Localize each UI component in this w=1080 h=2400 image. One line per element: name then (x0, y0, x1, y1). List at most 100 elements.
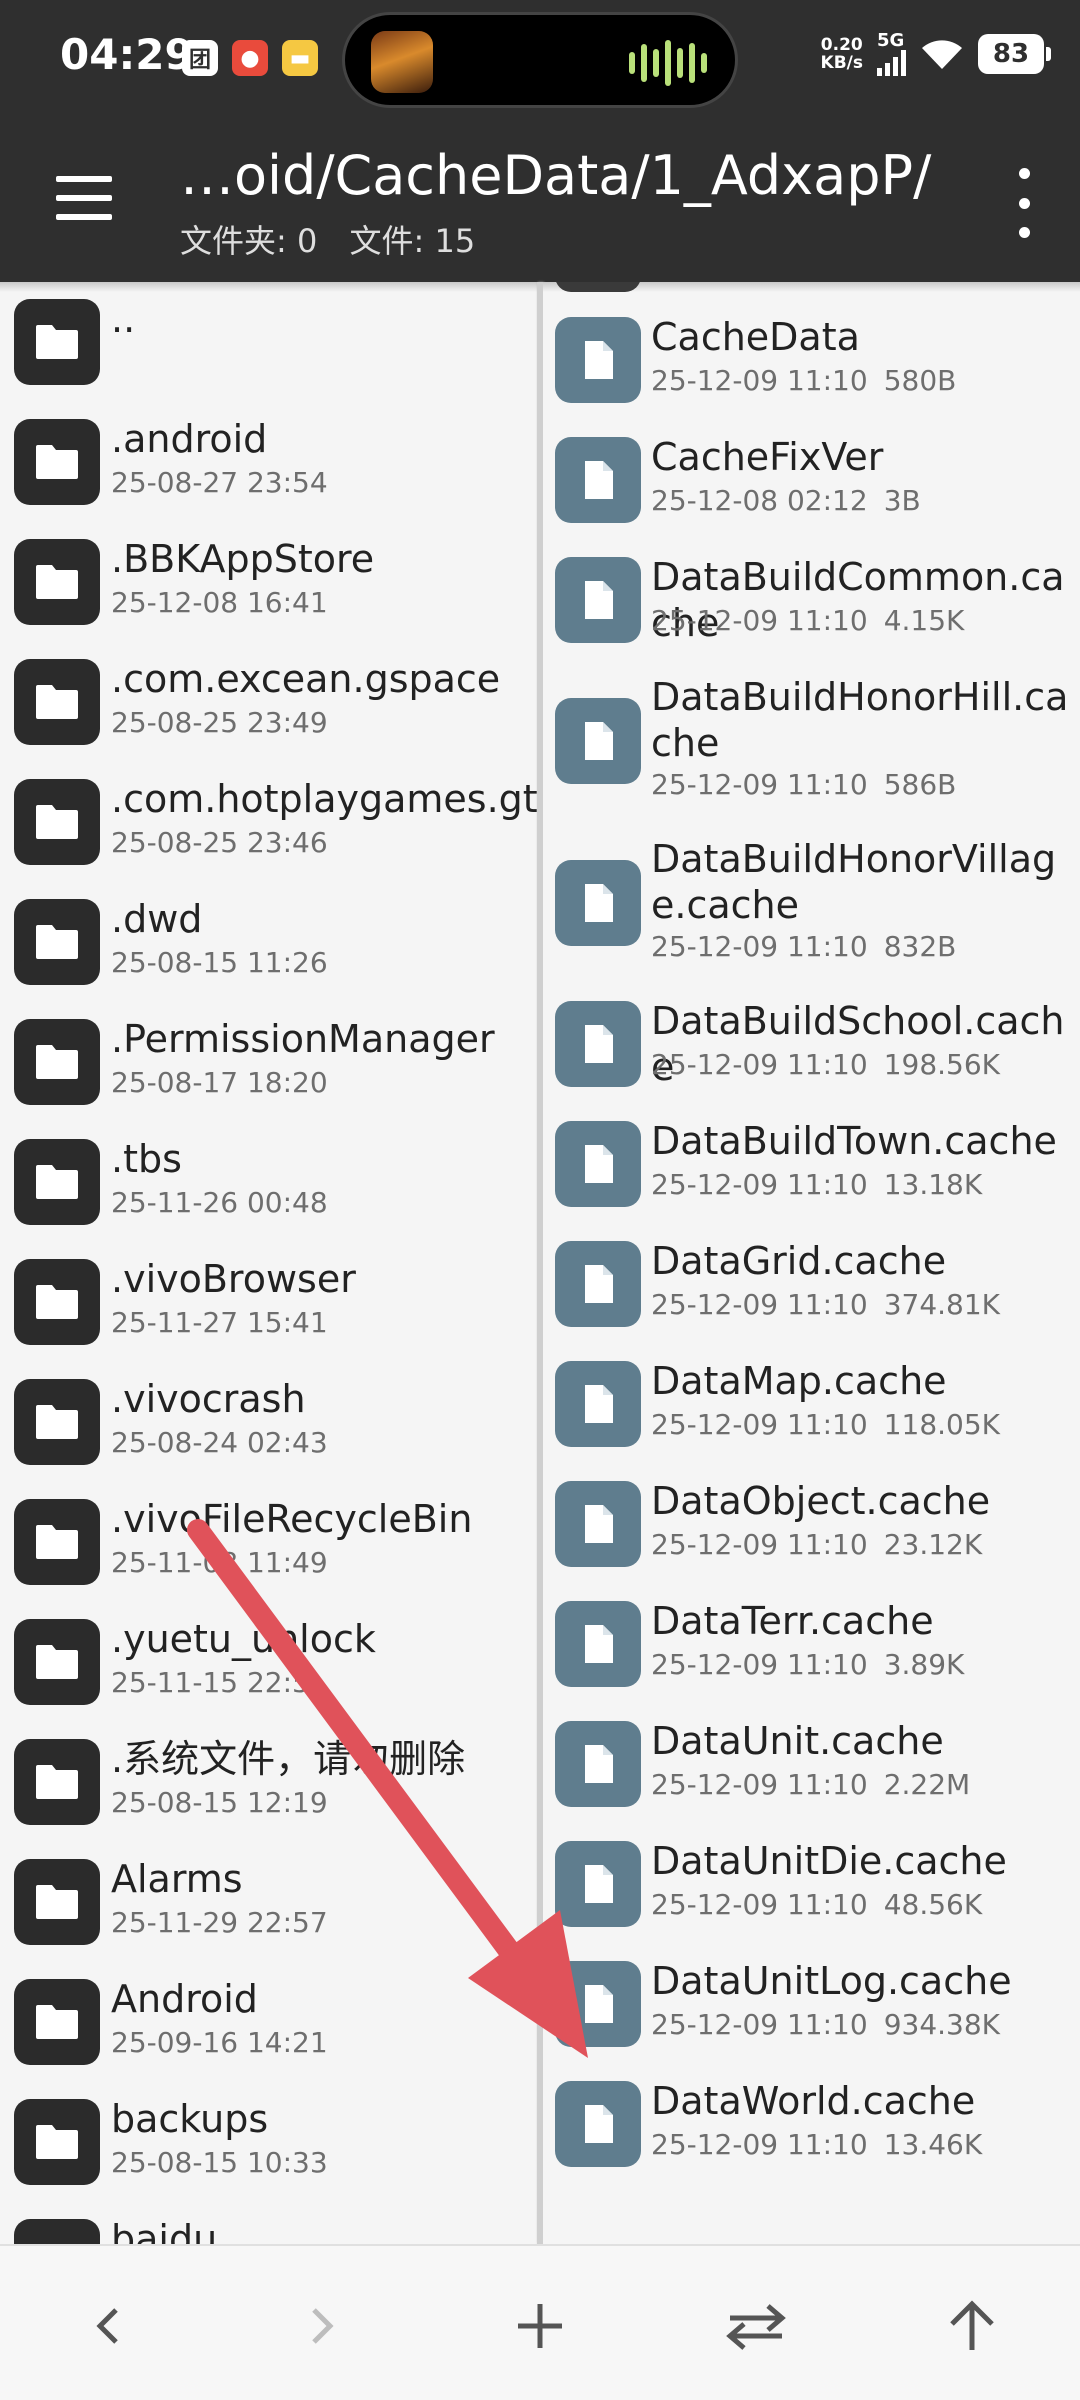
folder-row[interactable]: .vivocrash 25-08-24 02:43 (0, 1360, 537, 1480)
current-path[interactable]: …oid/CacheData/1_AdxapP/ (180, 144, 931, 207)
more-options-button[interactable] (1004, 168, 1044, 238)
folder-name: baidu (111, 2217, 218, 2244)
file-row[interactable]: DataGrid.cache 25-12-09 11:10 374.81K (543, 1222, 1080, 1342)
folder-row[interactable]: .vivoFileRecycleBin 25-11-08 11:49 (0, 1480, 537, 1600)
file-name: DataGrid.cache (651, 1239, 947, 1283)
file-meta: 25-12-09 11:10 2.22M (651, 1768, 970, 1801)
folder-name: .yuetu_unlock (111, 1617, 376, 1661)
game-app-icon[interactable] (371, 31, 433, 93)
folder-icon-box (14, 779, 100, 865)
file-row[interactable]: DataBuildCommon.cache 25-12-09 11:10 4.15K (543, 538, 1080, 658)
file-size: 832B (883, 930, 957, 963)
file-meta: 25-12-09 11:10 832B (651, 930, 956, 963)
file-meta: 25-12-09 11:10 3.89K (651, 1648, 964, 1681)
swap-button[interactable] (706, 2276, 806, 2376)
folder-icon (14, 2219, 100, 2244)
folder-icon-box (14, 659, 100, 745)
folder-icon-box (14, 1859, 100, 1945)
folder-row[interactable]: backups 25-08-15 10:33 (0, 2080, 537, 2200)
folder-row[interactable]: .tbs 25-11-26 00:48 (0, 1120, 537, 1240)
folder-row[interactable]: .android 25-08-27 23:54 (0, 400, 537, 520)
folder-row[interactable]: .com.hotplaygames.gt 25-08-25 23:46 (0, 760, 537, 880)
file-icon (585, 722, 613, 760)
folder-icon-box (14, 299, 100, 385)
folder-date: 25-08-25 23:49 (111, 706, 328, 739)
right-file-pane[interactable]: CacheData 25-12-09 11:10 580B CacheFixVer 25… (543, 282, 1080, 2244)
folder-icon (36, 1525, 78, 1559)
file-size: 23.12K (883, 1528, 983, 1561)
file-row[interactable]: DataBuildSchool.cache 25-12-09 11:10 198.5… (543, 982, 1080, 1102)
dynamic-island[interactable] (342, 12, 738, 108)
folder-icon (36, 1645, 78, 1679)
folder-date: 25-08-15 11:26 (111, 946, 328, 979)
folder-row[interactable]: .yuetu_unlock 25-11-15 22:5 (0, 1600, 537, 1720)
folder-count: 文件夹: 0 (180, 222, 318, 260)
folder-icon-box (14, 1499, 100, 1585)
folder-name: .com.hotplaygames.gt (111, 777, 537, 821)
file-size: 13.18K (883, 1168, 983, 1201)
folder-icon (36, 1405, 78, 1439)
folder-name: .android (111, 417, 268, 461)
folder-icon (36, 325, 78, 359)
file-size: 198.56K (883, 1048, 1001, 1081)
file-row[interactable]: DataTerr.cache 25-12-09 11:10 3.89K (543, 1582, 1080, 1702)
file-row[interactable]: CacheData 25-12-09 11:10 580B (543, 298, 1080, 418)
folder-icon-box (14, 2219, 100, 2244)
file-date: 25-12-09 11:10 (651, 1168, 868, 1201)
folder-row[interactable]: .com.excean.gspace 25-08-25 23:49 (0, 640, 537, 760)
file-row[interactable]: DataBuildTown.cache 25-12-09 11:10 13.18K (543, 1102, 1080, 1222)
back-button[interactable] (58, 2276, 158, 2376)
folder-name: .vivocrash (111, 1377, 306, 1421)
status-indicators: 0.20 KB/s 5G 83 (821, 32, 1051, 76)
file-row[interactable]: DataUnitLog.cache 25-12-09 11:10 934.38K (543, 1942, 1080, 2062)
file-name: DataUnit.cache (651, 1719, 944, 1763)
file-icon (585, 1265, 613, 1303)
file-icon (585, 341, 613, 379)
file-icon-box (555, 1721, 641, 1807)
file-row[interactable]: DataWorld.cache 25-12-09 11:10 13.46K (543, 2062, 1080, 2182)
folder-row[interactable]: .. (0, 282, 537, 400)
folder-name: .com.excean.gspace (111, 657, 501, 701)
notification-icons: 团 ● ▬ (182, 40, 318, 76)
folder-row[interactable]: .系统文件，请勿删除 25-08-15 12:19 (0, 1720, 537, 1840)
file-meta: 25-12-08 02:12 3B (651, 484, 921, 517)
file-size: 934.38K (883, 2008, 1001, 2041)
file-size: 4.15K (883, 604, 965, 637)
folder-row[interactable]: .vivoBrowser 25-11-27 15:41 (0, 1240, 537, 1360)
file-icon (585, 1745, 613, 1783)
app-toolbar: …oid/CacheData/1_AdxapP/ 文件夹: 0 文件: 15 (0, 118, 1080, 282)
file-row[interactable]: DataUnitDie.cache 25-12-09 11:10 48.56K (543, 1822, 1080, 1942)
file-icon-box (555, 557, 641, 643)
file-date: 25-12-09 11:10 (651, 2008, 868, 2041)
add-icon (518, 2304, 562, 2348)
left-file-pane[interactable]: .. .android 25-08-27 23:54 .BBKAppStore 25-1… (0, 282, 537, 2244)
folder-row[interactable]: .PermissionManager 25-08-17 18:20 (0, 1000, 537, 1120)
file-meta: 25-12-09 11:10 4.15K (651, 604, 964, 637)
folder-icon (36, 1765, 78, 1799)
folder-name: .系统文件，请勿删除 (111, 1737, 466, 1781)
file-row[interactable]: DataBuildHonorVillage.cache 25-12-09 11:1… (543, 820, 1080, 982)
folder-name: backups (111, 2097, 269, 2141)
folder-row[interactable]: .BBKAppStore 25-12-08 16:41 (0, 520, 537, 640)
folder-name: .BBKAppStore (111, 537, 375, 581)
file-row[interactable]: DataObject.cache 25-12-09 11:10 23.12K (543, 1462, 1080, 1582)
menu-button[interactable] (46, 168, 122, 228)
file-size: 580B (883, 364, 957, 397)
add-button[interactable] (490, 2276, 590, 2376)
file-date: 25-12-09 11:10 (651, 1288, 868, 1321)
file-row[interactable]: CacheFixVer 25-12-08 02:12 3B (543, 418, 1080, 538)
file-row[interactable]: DataMap.cache 25-12-09 11:10 118.05K (543, 1342, 1080, 1462)
file-date: 25-12-09 11:10 (651, 768, 868, 801)
file-row[interactable]: DataUnit.cache 25-12-09 11:10 2.22M (543, 1702, 1080, 1822)
folder-row[interactable]: baidu (0, 2200, 537, 2244)
up-button[interactable] (922, 2276, 1022, 2376)
file-row[interactable]: DataBuildHonorHill.cache 25-12-09 11:10 58… (543, 658, 1080, 820)
folder-row[interactable]: Alarms 25-11-29 22:57 (0, 1840, 537, 1960)
cellular-signal: 5G (877, 32, 906, 76)
folder-row[interactable]: .dwd 25-08-15 11:26 (0, 880, 537, 1000)
signal-bars-icon (877, 50, 906, 76)
folder-date: 25-11-27 15:41 (111, 1306, 328, 1339)
folder-name: .vivoFileRecycleBin (111, 1497, 473, 1541)
forward-button[interactable] (272, 2276, 372, 2376)
folder-row[interactable]: Android 25-09-16 14:21 (0, 1960, 537, 2080)
